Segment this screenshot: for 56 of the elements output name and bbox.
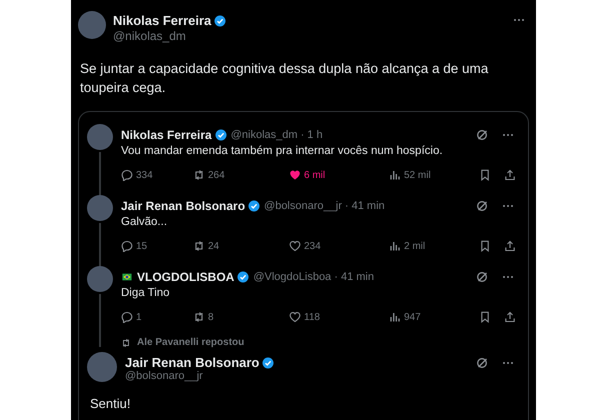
author-handle[interactable]: @VlogdoLisboa · 41 min <box>253 271 374 283</box>
heart-icon[interactable] <box>289 169 301 181</box>
share-icon[interactable] <box>504 169 516 181</box>
author-name[interactable]: VLOGDOLISBOA <box>137 270 234 284</box>
bookmark-icon[interactable] <box>479 240 491 252</box>
repost-count[interactable]: 8 <box>208 312 214 322</box>
author-handle[interactable]: @nikolas_dm <box>113 29 226 43</box>
view-count[interactable]: 2 mil <box>404 240 426 252</box>
heart-icon[interactable] <box>289 240 301 252</box>
bar-chart-icon[interactable] <box>389 169 401 181</box>
repost-icon[interactable] <box>121 338 131 348</box>
slashed-circle-icon[interactable] <box>476 129 488 141</box>
author-name[interactable]: Nikolas Ferreira <box>113 13 212 28</box>
reply-count[interactable]: 15 <box>136 240 148 252</box>
bar-chart-icon[interactable] <box>389 240 401 252</box>
slashed-circle-icon[interactable] <box>476 356 488 368</box>
reply-text: Diga Tino <box>121 287 171 299</box>
post-text: Sentiu! <box>90 396 132 411</box>
view-count[interactable]: 947 <box>404 312 421 322</box>
post-text: Se juntar a capacidade cognitiva dessa dupla não alcança a de uma toupeira cega. <box>80 60 490 97</box>
repost-count[interactable]: 264 <box>208 170 225 180</box>
reply-text: Vou mandar emenda também pra internar vocês num hospício. <box>121 145 444 157</box>
view-count[interactable]: 52 mil <box>404 170 431 180</box>
reply-icon[interactable] <box>121 240 133 252</box>
heart-icon[interactable] <box>289 311 301 323</box>
reply-count[interactable]: 334 <box>136 170 153 180</box>
bookmark-icon[interactable] <box>479 311 491 323</box>
avatar-placeholder[interactable] <box>87 195 113 221</box>
author-name[interactable]: Jair Renan Bolsonaro <box>125 355 260 370</box>
share-icon[interactable] <box>504 311 516 323</box>
avatar-placeholder[interactable] <box>87 352 117 382</box>
author-name[interactable]: Jair Renan Bolsonaro <box>121 199 246 213</box>
author-handle[interactable]: @bolsonaro__jr · 41 min <box>264 200 385 212</box>
bar-chart-icon[interactable] <box>389 311 401 323</box>
reply-icon[interactable] <box>121 169 133 181</box>
avatar-placeholder[interactable] <box>87 124 113 150</box>
like-count[interactable]: 118 <box>304 312 320 322</box>
reply-icon[interactable] <box>121 311 133 323</box>
like-count[interactable]: 234 <box>304 240 321 252</box>
bookmark-icon[interactable] <box>479 169 491 181</box>
repost-icon[interactable] <box>193 240 205 252</box>
share-icon[interactable] <box>504 240 516 252</box>
slashed-circle-icon[interactable] <box>476 271 488 283</box>
avatar-placeholder[interactable] <box>87 266 113 292</box>
reply-text: Galvão... <box>121 216 168 228</box>
repost-count[interactable]: 24 <box>208 240 220 252</box>
avatar-placeholder[interactable] <box>78 11 106 39</box>
author-name[interactable]: Nikolas Ferreira <box>121 128 212 142</box>
author-handle[interactable]: @bolsonaro__jr <box>125 370 520 382</box>
repost-label[interactable]: Ale Pavanelli repostou <box>137 337 244 348</box>
slashed-circle-icon[interactable] <box>476 200 488 212</box>
repost-icon[interactable] <box>193 169 205 181</box>
like-count[interactable]: 6 mil <box>304 170 326 180</box>
repost-icon[interactable] <box>193 311 205 323</box>
author-handle[interactable]: @nikolas_dm · 1 h <box>230 129 323 141</box>
reply-count[interactable]: 1 <box>136 312 142 322</box>
